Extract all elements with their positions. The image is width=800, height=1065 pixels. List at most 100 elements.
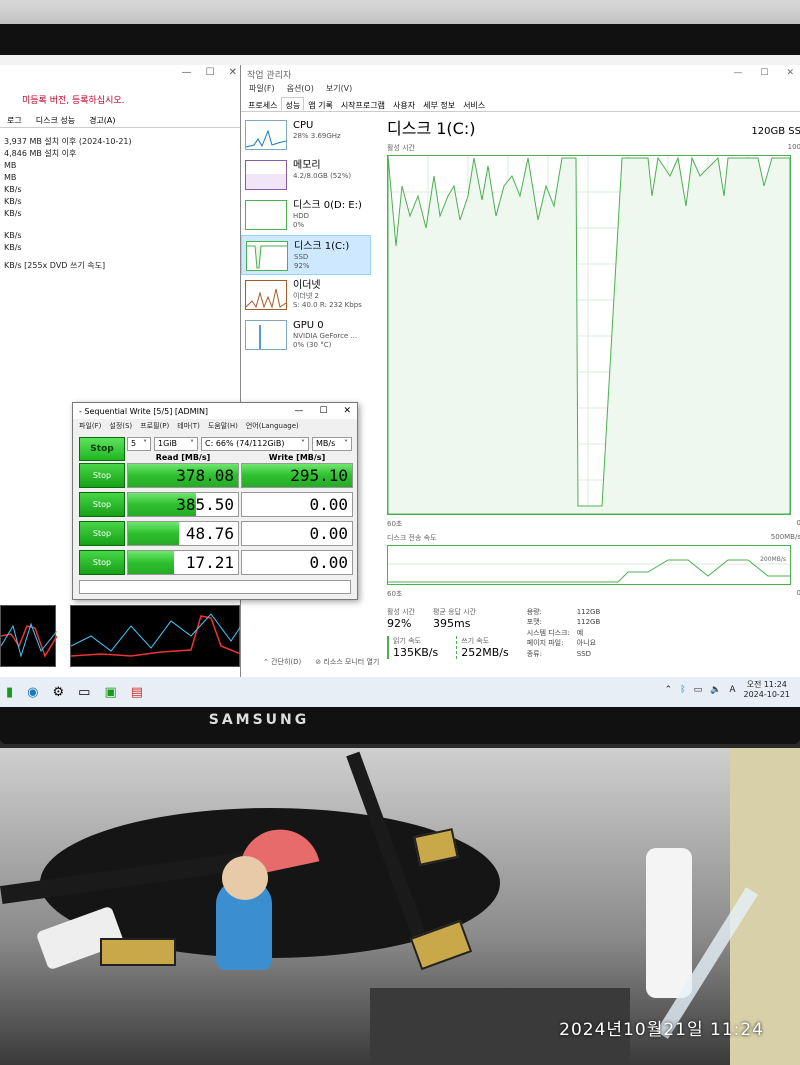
dvi-connector: [100, 938, 176, 966]
tab-performance[interactable]: 성능: [281, 97, 305, 111]
menu-options[interactable]: 옵션(O): [287, 83, 314, 97]
resource-disk-1[interactable]: 디스크 1(C:) SSD 92%: [241, 235, 371, 275]
cdm-menu-help[interactable]: 도움말(H): [208, 421, 238, 431]
bluetooth-icon[interactable]: ᛒ: [680, 685, 685, 695]
test-stop-button[interactable]: Stop: [79, 463, 125, 488]
taskmgr-icon[interactable]: ▤: [131, 685, 143, 700]
response-value: 395ms: [433, 617, 471, 630]
minimize-icon[interactable]: —: [294, 406, 303, 416]
read-value: 17.21: [185, 553, 234, 572]
tray-clock[interactable]: 오전 11:24 2024-10-21: [744, 680, 791, 700]
tab-services[interactable]: 서비스: [459, 97, 489, 111]
resource-disk-0[interactable]: 디스크 0(D: E:) HDD 0%: [241, 195, 371, 235]
resource-name: 디스크 0(D: E:): [293, 200, 362, 211]
activity-graph-labels: 활성 시간 100: [387, 143, 800, 153]
cdm-title: - Sequential Write [5/5] [ADMIN]: [79, 406, 209, 416]
tray-time: 오전 11:24: [746, 680, 787, 689]
mini-graphs: [0, 605, 246, 675]
tab-details[interactable]: 세부 정보: [419, 97, 459, 111]
menu-file[interactable]: 파일(F): [249, 83, 275, 97]
unit-select[interactable]: MB/s ˅: [312, 436, 352, 451]
volume-icon[interactable]: 🔈: [710, 685, 721, 695]
minimize-icon[interactable]: —: [733, 68, 742, 80]
maximize-icon[interactable]: ☐: [760, 68, 768, 80]
cdm-controls: — ☐ ✕: [294, 406, 351, 416]
cdm-column-headers: Read [MB/s] Write [MB/s]: [127, 453, 353, 462]
read-speed-value: 135KB/s: [393, 646, 439, 659]
maximize-icon[interactable]: ☐: [206, 67, 215, 81]
photo-timestamp: 2024년10월21일 11:24: [559, 1020, 764, 1040]
resource-name: 메모리: [293, 160, 321, 171]
cdm-menu-profile[interactable]: 프로필(P): [140, 421, 169, 431]
test-stop-button[interactable]: Stop: [79, 492, 125, 517]
cdm-menu-theme[interactable]: 테마(T): [177, 421, 200, 431]
network-icon[interactable]: ▭: [694, 685, 703, 695]
size-select[interactable]: 1GiB ˅: [154, 436, 198, 451]
chevron-down-icon: ˅: [344, 439, 348, 448]
test-stop-button[interactable]: Stop: [79, 521, 125, 546]
maximize-icon[interactable]: ☐: [319, 406, 327, 416]
monitor-icon[interactable]: ▭: [78, 685, 90, 700]
disk-detail-panel: 디스크 1(C:) 120GB SS 활성 시간 100 60초 0 디스크 전…: [387, 115, 800, 675]
task-manager-menu: 파일(F) 옵션(O) 보기(V): [241, 83, 800, 97]
cdm-selects: 5 ˅ 1GiB ˅ C: 66% (74/112GiB) ˅ MB/s ˅: [127, 436, 353, 451]
tab-users[interactable]: 사용자: [389, 97, 419, 111]
close-icon[interactable]: ✕: [229, 67, 237, 81]
taskbar-icons: ▮ ◉ ⚙ ▭ ▣ ▤: [0, 685, 143, 700]
edge-icon[interactable]: ◉: [27, 685, 38, 700]
fewer-details-label: 간단히(D): [271, 658, 302, 666]
count-select[interactable]: 5 ˅: [127, 436, 151, 451]
cdm-menu-language[interactable]: 언어(Language): [246, 421, 299, 431]
tab-warning[interactable]: 경고(A): [86, 114, 118, 127]
close-icon[interactable]: ✕: [343, 406, 351, 416]
size-value: 1GiB: [158, 439, 177, 448]
monitor-screen: — ☐ ✕ 미등록 버전, 등록하십시오. 로그 디스크 성능 경고(A) 3,…: [0, 55, 800, 707]
app-icon[interactable]: ▮: [6, 685, 13, 700]
resource-name: GPU 0: [293, 320, 324, 331]
memory-thumbnail: [245, 160, 287, 190]
prop-label: 포맷:: [526, 618, 542, 627]
cdm-menu-file[interactable]: 파일(F): [79, 421, 101, 431]
tab-processes[interactable]: 프로세스: [244, 97, 281, 111]
tab-log[interactable]: 로그: [4, 114, 25, 127]
tab-app-history[interactable]: 앱 기록: [304, 97, 337, 111]
minimize-icon[interactable]: —: [182, 67, 192, 81]
transfer-time-start: 60초: [387, 590, 403, 598]
prop-value: 112GB: [576, 618, 601, 627]
prop-value: 아니요: [576, 639, 597, 648]
resource-ethernet[interactable]: 이더넷 이더넷 2 S: 40.0 R: 232 Kbps: [241, 275, 371, 315]
chevron-up-icon[interactable]: ⌃: [665, 685, 673, 695]
resource-gpu[interactable]: GPU 0 NVIDIA GeForce ... 0% (30 °C): [241, 315, 371, 355]
fewer-details-link[interactable]: ⌃ 간단히(D): [263, 657, 301, 667]
resource-monitor-link[interactable]: ⊘ 리소스 모니터 열기: [315, 657, 379, 667]
cdm-menu-settings[interactable]: 설정(S): [109, 421, 132, 431]
cdm-body: Stop 5 ˅ 1GiB ˅ C: 66% (74/112GiB) ˅ MB/s ˅ …: [79, 436, 353, 594]
test-stop-button[interactable]: Stop: [79, 550, 125, 575]
resource-memory[interactable]: 메모리 4.2/8.0GB (52%): [241, 155, 371, 195]
time-axis-labels: 60초 0: [387, 519, 800, 529]
read-result: 17.21: [127, 550, 239, 575]
read-value: 385.50: [176, 495, 234, 514]
resource-detail: S: 40.0 R: 232 Kbps: [293, 301, 362, 309]
tab-startup[interactable]: 시작프로그램: [337, 97, 389, 111]
chevron-down-icon: ˅: [301, 439, 305, 448]
settings-icon[interactable]: ⚙: [53, 685, 65, 700]
disk-properties: 용량: 112GB 포맷: 112GB 시스템 디스크: 예 페이지 파일: 아니요 종…: [527, 607, 617, 659]
close-icon[interactable]: ✕: [786, 68, 794, 80]
crystaldiskmark-icon[interactable]: ▣: [104, 685, 116, 700]
menu-view[interactable]: 보기(V): [326, 83, 352, 97]
tab-disk-performance[interactable]: 디스크 성능: [33, 114, 78, 127]
info-line: KB/s: [4, 185, 22, 194]
cdm-result-row: Stop 48.76 0.00: [79, 519, 353, 548]
comment-field[interactable]: [79, 580, 351, 594]
drive-select[interactable]: C: 66% (74/112GiB) ˅: [201, 436, 309, 451]
prop-value: 112GB: [576, 608, 601, 616]
stop-all-button[interactable]: Stop: [79, 437, 125, 461]
resource-detail: 92%: [294, 262, 310, 270]
resource-cpu[interactable]: CPU 28% 3.69GHz: [241, 115, 371, 155]
input-language[interactable]: A: [729, 685, 735, 695]
unregistered-warning: 미등록 버전, 등록하십시오.: [22, 96, 125, 106]
unit-value: MB/s: [316, 439, 336, 448]
drive-value: C: 66% (74/112GiB): [205, 439, 285, 448]
stats-left: 활성 시간 92% 평균 응답 시간 395ms 읽기 속도 135KB/s 쓰기 속…: [387, 607, 509, 659]
